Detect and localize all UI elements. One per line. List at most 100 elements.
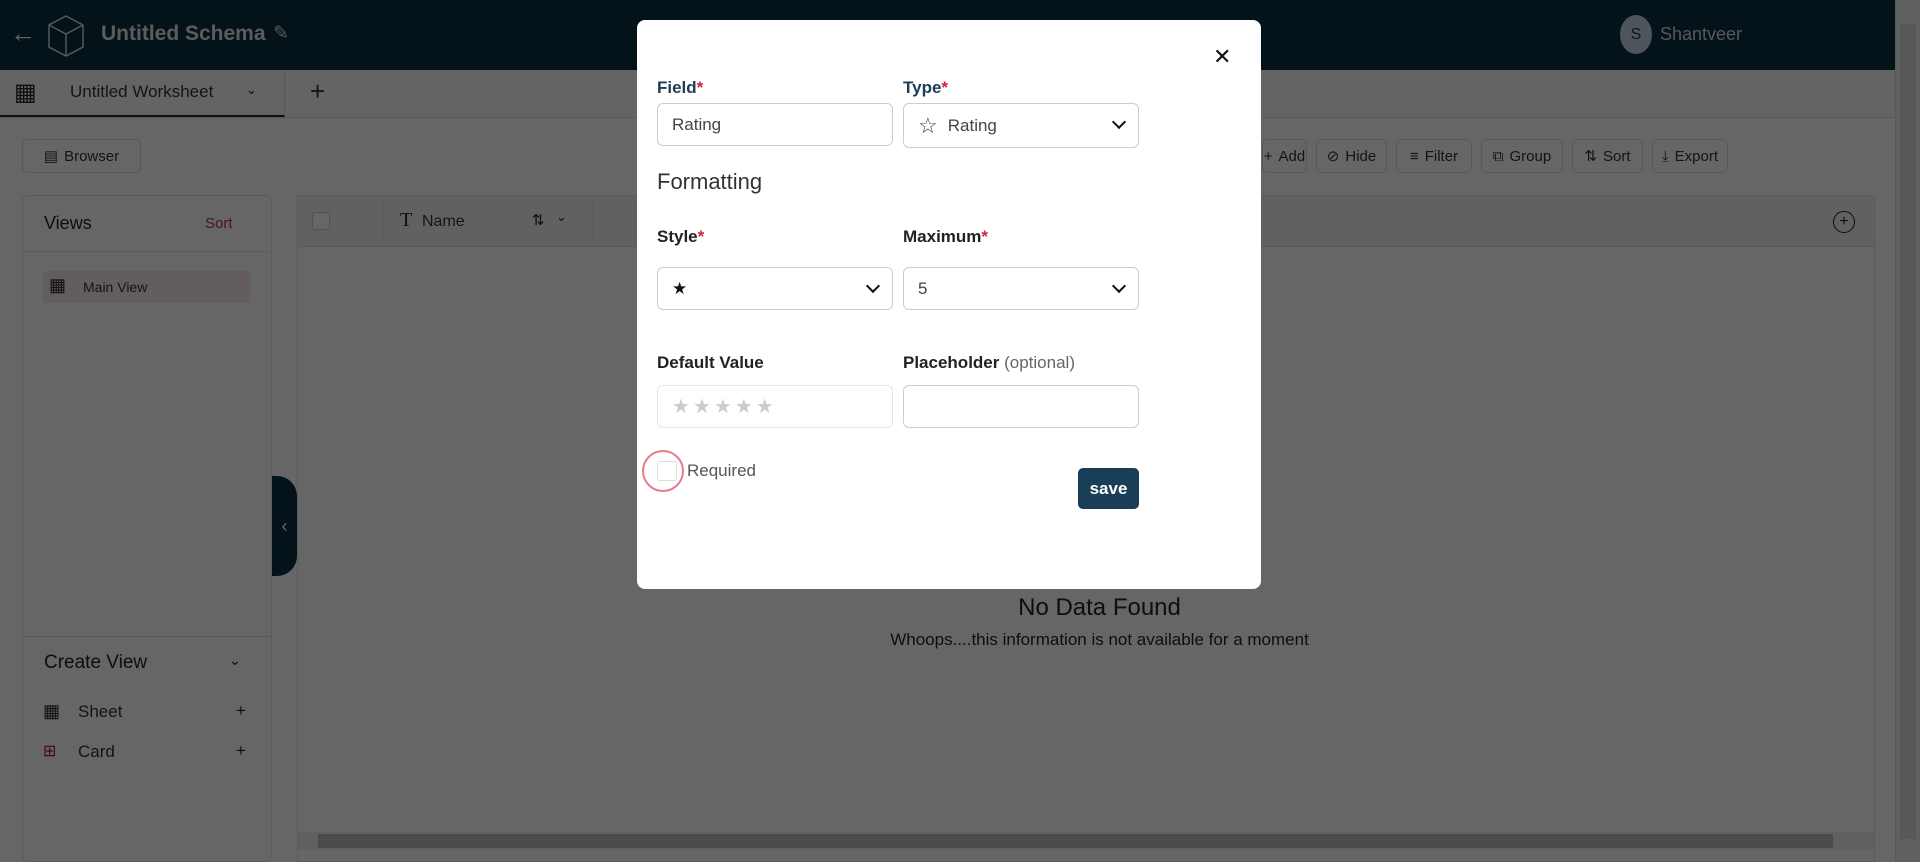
sheet-grid-icon: ▦: [43, 701, 61, 721]
views-title: Views: [44, 213, 92, 233]
type-value: Rating: [947, 115, 997, 135]
rating-star-icon[interactable]: ★: [714, 394, 735, 419]
placeholder-label-text: Placeholder: [903, 353, 1000, 372]
add-tab-button[interactable]: +: [310, 76, 325, 107]
sort-button[interactable]: ⇅ Sort: [1572, 139, 1643, 173]
placeholder-input[interactable]: [903, 385, 1139, 428]
create-sheet-label[interactable]: Sheet: [78, 702, 122, 722]
user-name[interactable]: Shantveer: [1660, 24, 1742, 45]
views-sort-link[interactable]: Sort: [205, 215, 233, 232]
close-icon[interactable]: ✕: [1213, 44, 1231, 70]
hide-button[interactable]: ⊘ Hide: [1316, 139, 1387, 173]
avatar-initial: S: [1630, 25, 1642, 43]
add-label: Add: [1278, 147, 1306, 165]
required-mark: *: [697, 227, 705, 246]
chevron-down-icon[interactable]: ⌄: [229, 652, 241, 669]
avatar[interactable]: S: [1620, 15, 1652, 54]
star-outline-icon: ☆: [918, 112, 938, 138]
sort-icon: ⇅: [1584, 148, 1598, 165]
maximum-label: Maximum*: [903, 227, 988, 247]
chevron-down-icon: [1111, 278, 1127, 294]
style-value: ★: [672, 278, 688, 298]
create-card-label[interactable]: Card: [78, 742, 115, 762]
empty-message: Whoops....this information is not availa…: [890, 630, 1309, 649]
vertical-scrollbar[interactable]: [1895, 0, 1920, 862]
select-all-checkbox[interactable]: [312, 212, 330, 230]
required-mark: *: [696, 78, 704, 97]
eye-off-icon: ⊘: [1326, 148, 1340, 165]
placeholder-label: Placeholder (optional): [903, 353, 1075, 373]
type-select[interactable]: ☆ Rating: [903, 103, 1139, 148]
empty-title: No Data Found: [1018, 594, 1181, 621]
grid-icon: ▦: [14, 79, 37, 106]
maximum-select[interactable]: 5: [903, 267, 1139, 310]
sort-label: Sort: [1603, 147, 1631, 165]
default-value-text: Default Value: [657, 353, 764, 372]
add-button[interactable]: + Add: [1262, 139, 1307, 173]
default-value-label: Default Value: [657, 353, 764, 373]
save-button[interactable]: save: [1078, 468, 1139, 509]
collapse-panel-handle[interactable]: ‹: [272, 476, 297, 576]
field-name-input[interactable]: Rating: [657, 103, 893, 146]
browser-icon: ▤: [43, 148, 59, 165]
hide-label: Hide: [1345, 147, 1377, 165]
required-checkbox[interactable]: [657, 461, 677, 481]
chevron-down-icon[interactable]: ⌄: [556, 209, 567, 225]
rating-star-icon[interactable]: ★: [672, 394, 693, 419]
required-mark: *: [981, 227, 989, 246]
chevron-down-icon[interactable]: ⌄: [246, 82, 257, 98]
tab-worksheet[interactable]: ▦ Untitled Worksheet ⌄: [0, 70, 285, 117]
schema-cube-icon: [48, 15, 84, 57]
sort-icon[interactable]: ⇅: [532, 211, 545, 229]
column-name[interactable]: T Name ⇅ ⌄: [383, 196, 593, 247]
filter-label: Filter: [1424, 147, 1459, 165]
style-label: Style*: [657, 227, 704, 247]
browser-button[interactable]: ▤ Browser: [22, 139, 141, 173]
view-item-main[interactable]: ▦ Main View: [43, 271, 250, 303]
export-label: Export: [1674, 147, 1718, 165]
optional-hint: (optional): [1004, 353, 1075, 372]
maximum-value: 5: [918, 278, 928, 298]
card-grid-icon: ⊞: [43, 743, 57, 760]
schema-title: Untitled Schema: [101, 22, 266, 45]
export-button[interactable]: ⤓ Export: [1652, 139, 1728, 173]
tab-label: Untitled Worksheet: [70, 82, 214, 101]
rating-star-icon[interactable]: ★: [735, 394, 756, 419]
grid-icon: ▦: [49, 275, 67, 295]
field-settings-modal: ✕ Field* Rating Type* ☆ Rating Formatting…: [637, 20, 1261, 589]
style-select[interactable]: ★: [657, 267, 893, 310]
add-sheet-plus-icon[interactable]: +: [236, 701, 246, 721]
group-button[interactable]: ⧉ Group: [1481, 139, 1563, 173]
chevron-down-icon: [865, 278, 881, 294]
save-label: save: [1089, 478, 1128, 498]
filter-icon: ≡: [1409, 147, 1419, 165]
browser-label: Browser: [64, 147, 120, 165]
field-label: Field*: [657, 78, 703, 98]
create-view-title: Create View: [44, 652, 148, 673]
plus-circle-icon: +: [1833, 210, 1855, 233]
view-item-label: Main View: [83, 279, 148, 295]
chevron-down-icon: [1111, 114, 1127, 130]
default-rating-input[interactable]: ★ ★ ★ ★ ★: [657, 385, 893, 428]
maximum-label-text: Maximum: [903, 227, 982, 246]
column-label: Name: [422, 213, 465, 230]
group-label: Group: [1509, 147, 1552, 165]
required-label[interactable]: Required: [687, 461, 756, 481]
back-arrow-icon[interactable]: ←: [10, 18, 36, 49]
rating-star-icon[interactable]: ★: [693, 394, 714, 419]
rating-star-icon[interactable]: ★: [756, 394, 777, 419]
text-type-icon: T: [400, 209, 413, 231]
filter-button[interactable]: ≡ Filter: [1396, 139, 1472, 173]
edit-pencil-icon[interactable]: ✎: [273, 22, 289, 45]
formatting-heading: Formatting: [657, 169, 763, 194]
plus-icon: +: [1263, 147, 1273, 165]
required-mark: *: [941, 78, 949, 97]
horizontal-scrollbar[interactable]: [298, 832, 1874, 850]
add-card-plus-icon[interactable]: +: [236, 741, 246, 761]
type-label-text: Type: [903, 78, 942, 97]
field-label-text: Field: [657, 78, 697, 97]
group-icon: ⧉: [1492, 147, 1504, 165]
download-icon: ⤓: [1662, 147, 1669, 165]
style-label-text: Style: [657, 227, 698, 246]
add-column-button[interactable]: +: [1813, 196, 1874, 247]
